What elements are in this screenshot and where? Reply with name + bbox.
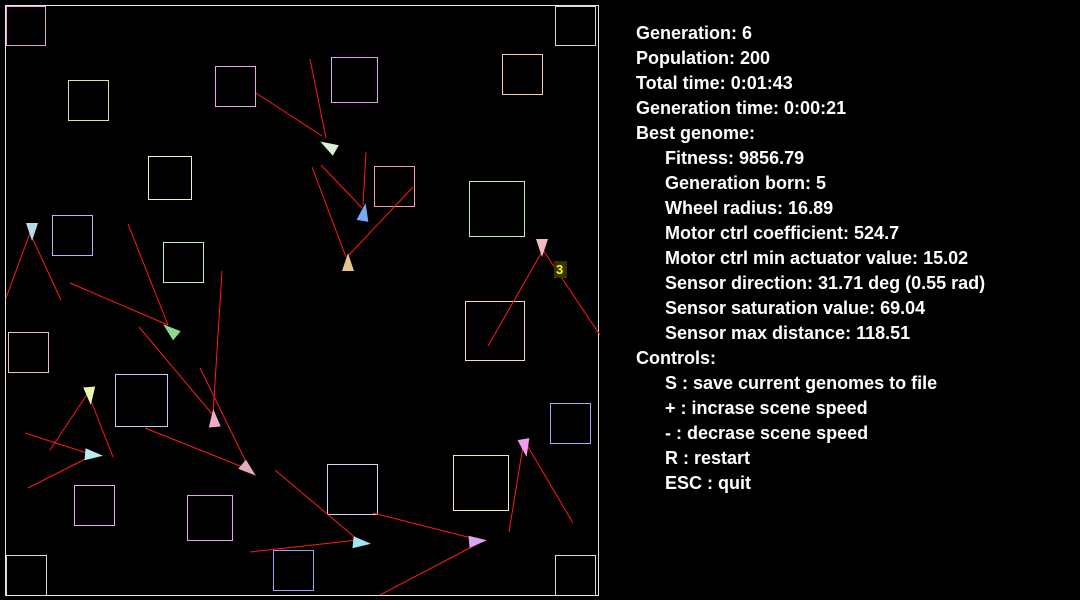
fitness-label: Fitness: [665,148,735,168]
total-time-value: 0:01:43 [730,73,793,93]
scene-background [0,0,600,600]
best-agent-marker: 3 [554,261,567,278]
sensor-direction-label: Sensor direction: [665,273,814,293]
controls-heading: Controls: [636,348,716,368]
sensor-saturation-label: Sensor saturation value: [665,298,876,318]
sensor-saturation-value: 69.04 [880,298,926,318]
population-value: 200 [740,48,771,68]
wheel-radius-value: 16.89 [788,198,834,218]
generation-born-row: Generation born: 5 [636,171,1076,196]
best-genome-heading: Best genome: [636,123,756,143]
generation-born-label: Generation born: [665,173,812,193]
wheel-radius-row: Wheel radius: 16.89 [636,196,1076,221]
generation-row: Generation: 6 [636,21,1076,46]
generation-born-value: 5 [816,173,827,193]
total-time-label: Total time: [636,73,726,93]
best-agent-label: 3 [556,262,563,277]
generation-label: Generation: [636,23,738,43]
motor-min-actuator-value: 15.02 [923,248,969,268]
population-label: Population: [636,48,735,68]
wheel-radius-label: Wheel radius: [665,198,784,218]
info-panel: Generation: 6 Population: 200 Total time… [636,21,1076,496]
sensor-direction-value: 31.71 deg (0.55 rad) [818,273,986,293]
motor-coefficient-row: Motor ctrl coefficient: 524.7 [636,221,1076,246]
control-quit: ESC : quit [665,473,751,493]
simulation-scene[interactable]: 3 [0,0,600,600]
motor-coefficient-value: 524.7 [854,223,900,243]
control-save: S : save current genomes to file [665,373,938,393]
sensor-direction-row: Sensor direction: 31.71 deg (0.55 rad) [636,271,1076,296]
generation-value: 6 [742,23,753,43]
simulation-window: 3 Generation: 6 Population: 200 Total ti… [0,0,1080,600]
control-increase-speed: + : incrase scene speed [665,398,868,418]
sensor-saturation-row: Sensor saturation value: 69.04 [636,296,1076,321]
generation-time-row: Generation time: 0:00:21 [636,96,1076,121]
generation-time-label: Generation time: [636,98,780,118]
fitness-row: Fitness: 9856.79 [636,146,1076,171]
motor-coefficient-label: Motor ctrl coefficient: [665,223,850,243]
fitness-value: 9856.79 [739,148,805,168]
population-row: Population: 200 [636,46,1076,71]
generation-time-value: 0:00:21 [784,98,847,118]
motor-min-actuator-label: Motor ctrl min actuator value: [665,248,919,268]
sensor-max-distance-value: 118.51 [856,323,911,343]
sensor-max-distance-row: Sensor max distance: 118.51 [636,321,1076,346]
sensor-max-distance-label: Sensor max distance: [665,323,852,343]
motor-min-actuator-row: Motor ctrl min actuator value: 15.02 [636,246,1076,271]
control-decrease-speed: - : decrase scene speed [665,423,869,443]
control-restart: R : restart [665,448,751,468]
total-time-row: Total time: 0:01:43 [636,71,1076,96]
